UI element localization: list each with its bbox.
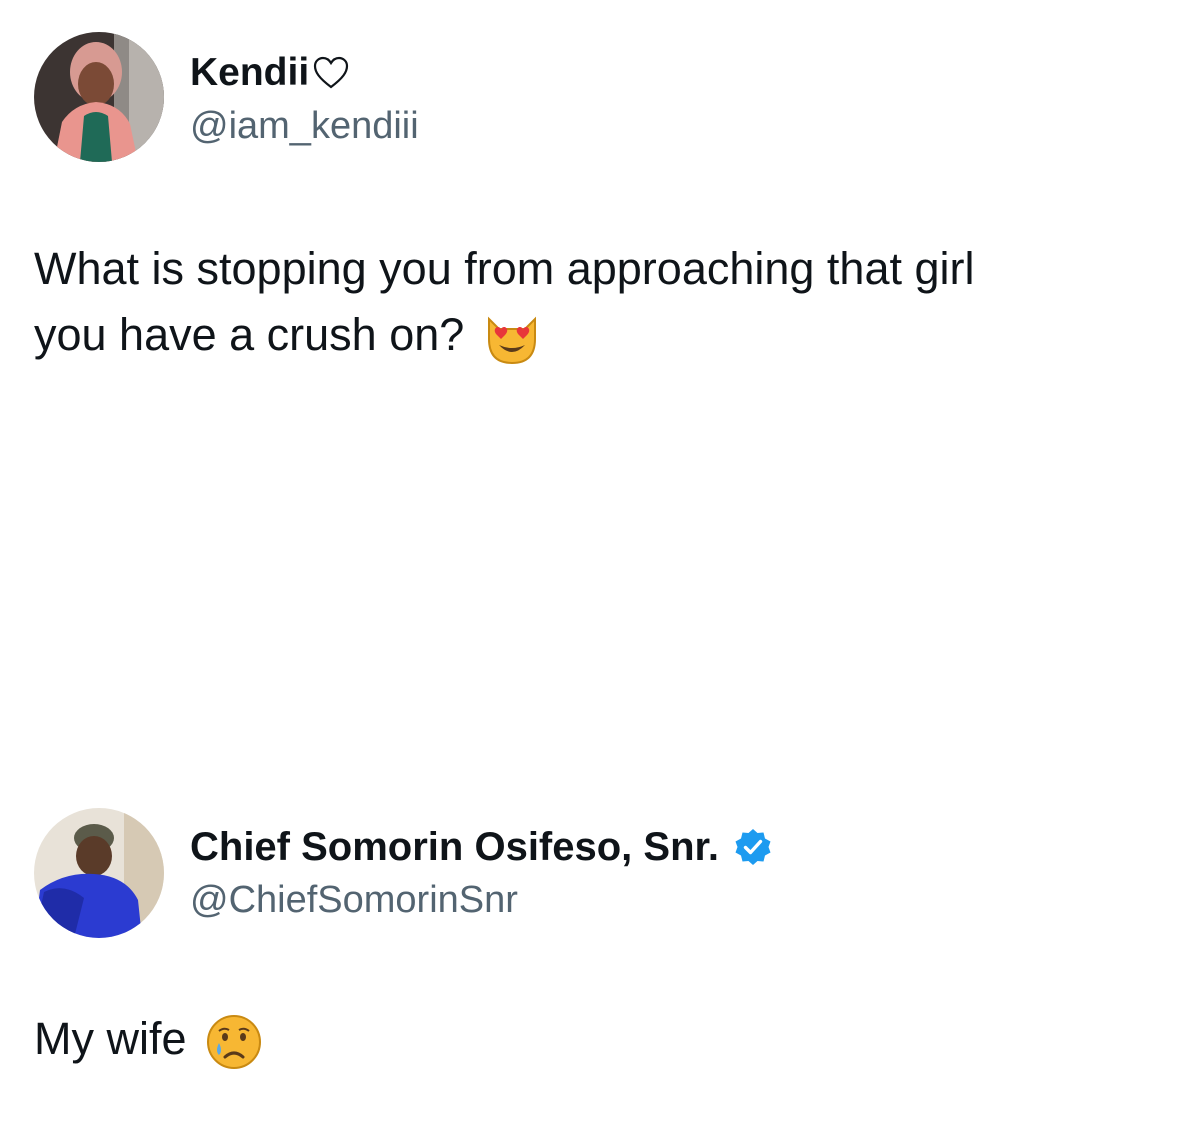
crying-face-icon bbox=[207, 1015, 262, 1070]
display-name-text[interactable]: Chief Somorin Osifeso, Snr. bbox=[190, 824, 719, 870]
tweet-text: What is stopping you from approaching th… bbox=[34, 236, 1134, 368]
display-name-text[interactable]: Kendii bbox=[190, 50, 309, 96]
display-name[interactable]: Chief Somorin Osifeso, Snr. bbox=[190, 824, 773, 870]
smiling-cat-heart-eyes-icon bbox=[487, 316, 536, 365]
handle[interactable]: @iam_kendiii bbox=[190, 104, 419, 148]
reply-tweet: Chief Somorin Osifeso, Snr. @ChiefSomori… bbox=[0, 790, 1179, 1148]
avatar[interactable] bbox=[34, 808, 164, 938]
tweet-text-line-1: What is stopping you from approaching th… bbox=[34, 243, 975, 294]
original-tweet: Kendii @iam_kendiii What is stopping you… bbox=[0, 0, 1179, 560]
verified-badge-icon bbox=[735, 829, 771, 865]
avatar[interactable] bbox=[34, 32, 164, 162]
handle[interactable]: @ChiefSomorinSnr bbox=[190, 878, 518, 922]
tweet-text-line-2: you have a crush on? bbox=[34, 309, 465, 360]
tweet-text: My wife bbox=[34, 1006, 1134, 1072]
heart-outline-icon bbox=[314, 56, 349, 89]
tweet-text-line: My wife bbox=[34, 1013, 187, 1064]
display-name[interactable]: Kendii bbox=[190, 50, 349, 96]
